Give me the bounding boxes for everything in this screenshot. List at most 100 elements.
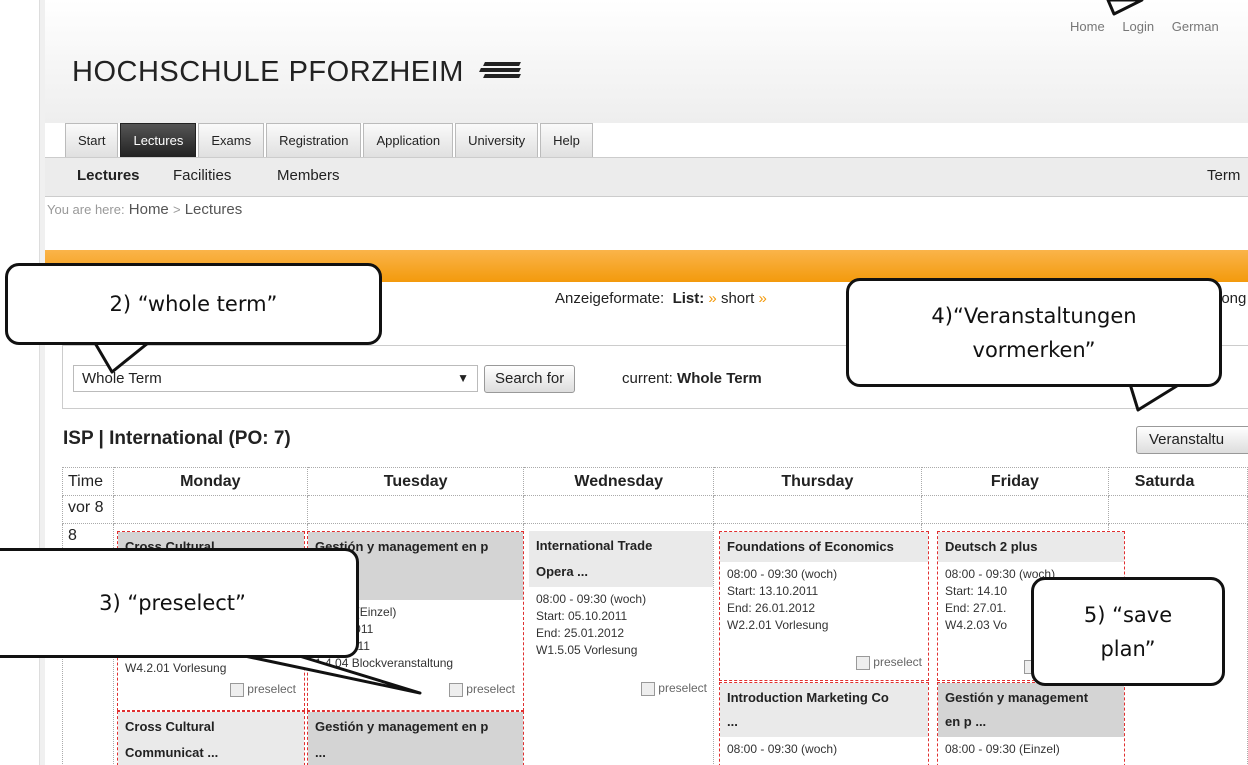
- breadcrumb-current: Lectures: [184, 201, 243, 218]
- subnav-lectures[interactable]: Lectures: [77, 167, 140, 184]
- tab-registration[interactable]: Registration: [266, 123, 362, 157]
- event-title[interactable]: International Trade Opera ...: [529, 531, 713, 587]
- event-title-line: ...: [727, 714, 738, 729]
- callout-text: 3) “preselect”: [99, 591, 246, 615]
- event-end: End: 26.01.2012: [727, 601, 816, 615]
- formats-list-label: List:: [672, 290, 705, 307]
- logo-mark-icon: [479, 60, 522, 80]
- preselect-checkbox[interactable]: preselect: [856, 655, 922, 670]
- callout-preselect: 3) “preselect”: [0, 548, 359, 658]
- event-time: 08:00 - 09:30 (woch): [727, 742, 838, 756]
- format-sep-icon: »: [708, 290, 717, 307]
- event-title[interactable]: Gestión y management en p ...: [308, 712, 523, 765]
- subnav-members[interactable]: Members: [277, 167, 340, 184]
- event-title[interactable]: Gestión y management en p ...: [938, 683, 1124, 737]
- col-header-wednesday: Wednesday: [523, 467, 714, 496]
- row-label-vor8: vor 8: [62, 495, 114, 524]
- col-header-friday: Friday: [920, 467, 1109, 496]
- checkbox-icon[interactable]: [856, 655, 871, 670]
- login-link[interactable]: Login: [1122, 19, 1154, 34]
- callout-veranstaltungen-vormerken: 4)“Veranstaltungen vormerken”: [846, 278, 1222, 387]
- callout-text: plan”: [1100, 636, 1156, 661]
- event-title-line: Communicat ...: [125, 745, 219, 760]
- subnav-facilities[interactable]: Facilities: [173, 167, 231, 184]
- tab-lectures[interactable]: Lectures: [120, 123, 197, 157]
- event-card[interactable]: International Trade Opera ... 08:00 - 09…: [529, 531, 713, 711]
- current-label: current:: [622, 370, 673, 387]
- event-title-line: Gestión y management en p: [315, 719, 489, 734]
- language-link[interactable]: German: [1172, 19, 1219, 34]
- breadcrumb-prefix: You are here:: [47, 202, 125, 217]
- col-header-tuesday: Tuesday: [306, 467, 525, 496]
- callout-save-plan: 5) “save plan”: [1031, 577, 1225, 686]
- callout-text: 4)“Veranstaltungen: [931, 303, 1137, 328]
- checkbox-icon[interactable]: [449, 682, 464, 697]
- format-sep-icon: »: [758, 290, 767, 307]
- event-title[interactable]: Deutsch 2 plus: [938, 532, 1124, 562]
- event-title-line: Opera ...: [536, 564, 589, 579]
- callout-text: vormerken”: [972, 337, 1096, 362]
- preselect-label: preselect: [873, 655, 922, 669]
- page: Home Login German HOCHSCHULE PFORZHEIM S…: [0, 0, 1248, 765]
- event-title-line: Introduction Marketing Co: [727, 690, 889, 705]
- subnav-term[interactable]: Term: [1207, 167, 1240, 184]
- event-title-line: International Trade: [536, 538, 653, 553]
- tab-exams[interactable]: Exams: [198, 123, 265, 157]
- tab-start[interactable]: Start: [65, 123, 119, 157]
- callout-text: 5) “save: [1083, 602, 1173, 627]
- checkbox-icon[interactable]: [230, 682, 245, 697]
- event-start: Start: 13.10.2011: [727, 584, 819, 598]
- formats-label: Anzeigeformate:: [555, 290, 665, 307]
- preselect-label: preselect: [466, 682, 515, 696]
- preselect-label: preselect: [247, 682, 296, 696]
- col-header-time: Time: [62, 467, 114, 496]
- term-select[interactable]: Whole Term ▼: [73, 365, 478, 392]
- event-title[interactable]: Foundations of Economics: [720, 532, 928, 562]
- event-card[interactable]: Cross Cultural Communicat ...: [117, 711, 305, 765]
- tab-help[interactable]: Help: [540, 123, 593, 157]
- callout-whole-term: 2) “whole term”: [5, 263, 382, 345]
- event-title-line: Gestión y management: [945, 690, 1089, 705]
- event-time: 08:00 - 09:30 (woch): [536, 592, 647, 606]
- preselect-checkbox[interactable]: preselect: [641, 681, 707, 696]
- format-long-link[interactable]: long: [1218, 290, 1246, 307]
- checkbox-icon[interactable]: [641, 681, 656, 696]
- breadcrumb-home[interactable]: Home: [129, 201, 169, 218]
- format-short-link[interactable]: short: [721, 290, 754, 307]
- search-button[interactable]: Search for: [484, 365, 576, 393]
- site-logo[interactable]: HOCHSCHULE PFORZHEIM: [72, 56, 522, 89]
- breadcrumb: You are here: Home > Lectures: [45, 197, 1248, 225]
- col-header-thursday: Thursday: [712, 467, 922, 496]
- event-card[interactable]: Introduction Marketing Co ... 08:00 - 09…: [719, 682, 929, 765]
- event-room: W2.2.01 Vorlesung: [727, 618, 829, 632]
- tab-application[interactable]: Application: [363, 123, 454, 157]
- col-header-monday: Monday: [112, 467, 308, 496]
- tab-university[interactable]: University: [455, 123, 539, 157]
- dropdown-arrow-icon: ▼: [457, 371, 469, 385]
- event-title[interactable]: Introduction Marketing Co ...: [720, 683, 928, 737]
- event-room: W1.5.05 Vorlesung: [536, 643, 638, 657]
- current-value: Whole Term: [677, 370, 762, 387]
- event-card[interactable]: Foundations of Economics 08:00 - 09:30 (…: [719, 531, 929, 681]
- event-title-line: ...: [315, 745, 326, 760]
- preselect-label: preselect: [658, 681, 707, 695]
- event-card[interactable]: Gestión y management en p ... 08:00 - 09…: [937, 682, 1125, 765]
- preselect-checkbox[interactable]: preselect: [449, 682, 515, 697]
- term-select-value: Whole Term: [82, 370, 162, 387]
- event-room: W4.2.01 Vorlesung: [125, 661, 227, 675]
- current-filter: current: Whole Term: [622, 370, 762, 387]
- event-title-line: en p ...: [945, 714, 987, 729]
- event-title[interactable]: Cross Cultural Communicat ...: [118, 712, 304, 765]
- top-links: Home Login German: [1070, 19, 1233, 34]
- event-time: 08:00 - 09:30 (woch): [727, 567, 838, 581]
- save-plan-button[interactable]: Veranstaltu: [1136, 426, 1248, 454]
- callout-text: 2) “whole term”: [109, 292, 278, 316]
- preselect-checkbox[interactable]: preselect: [230, 682, 296, 697]
- main-tabs: Start Lectures Exams Registration Applic…: [65, 123, 595, 157]
- event-time: 08:00 - 09:30 (Einzel): [945, 742, 1060, 756]
- breadcrumb-sep: >: [172, 202, 181, 217]
- section-title: ISP | International (PO: 7): [63, 428, 291, 449]
- event-card[interactable]: Gestión y management en p ...: [307, 711, 524, 765]
- home-link[interactable]: Home: [1070, 19, 1105, 34]
- sub-navigation: Lectures Facilities Members Term: [45, 157, 1248, 197]
